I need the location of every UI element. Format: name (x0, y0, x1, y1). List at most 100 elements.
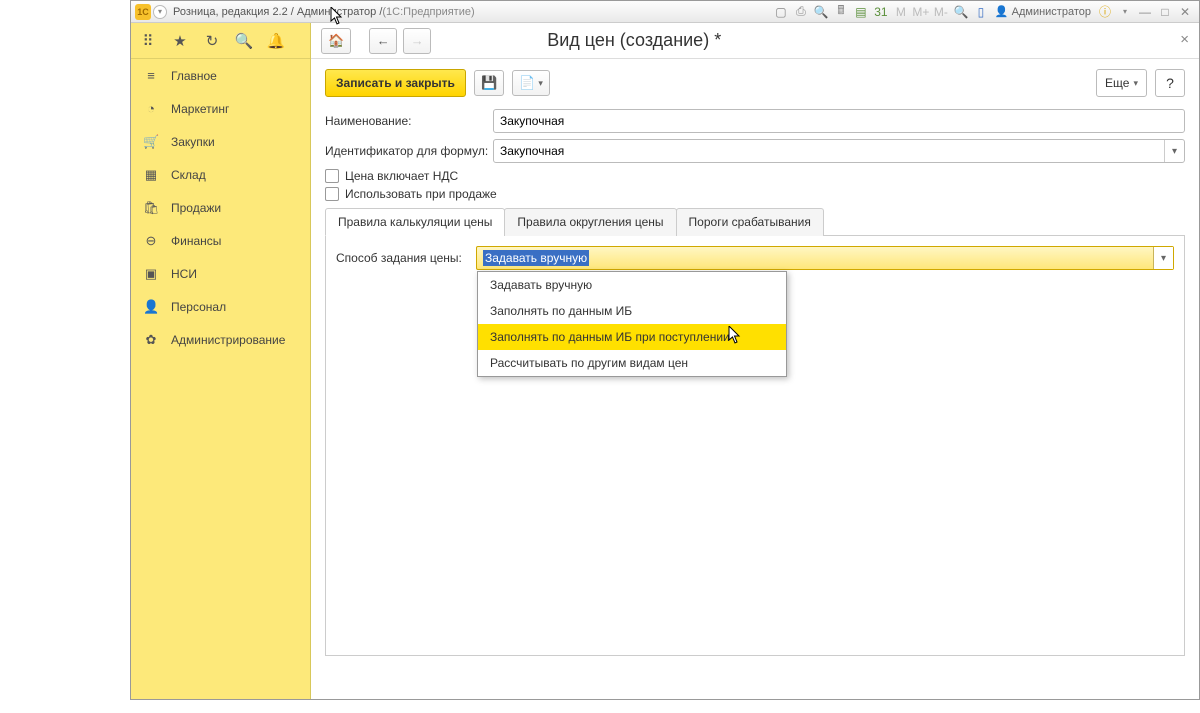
bag-icon: 🛍 (143, 200, 159, 216)
save-close-button[interactable]: Записать и закрыть (325, 69, 466, 97)
sidebar-item-sales[interactable]: 🛍 Продажи (131, 191, 310, 224)
cards-icon: ▣ (143, 266, 159, 282)
tb-print-icon[interactable]: ⎙ (792, 3, 810, 21)
titlebar: 1C ▾ Розница, редакция 2.2 / Администрат… (131, 1, 1199, 23)
method-option[interactable]: Заполнять по данным ИБ (478, 298, 786, 324)
sidebar-item-warehouse[interactable]: ▦ Склад (131, 158, 310, 191)
sidebar: ⠿ ★ ↻ 🔍 🔔 ≡ Главное ◔ Маркетинг 🛒 Закупки ▦… (131, 23, 311, 699)
window-minimize-icon[interactable]: — (1136, 3, 1154, 21)
star-icon[interactable]: ★ (171, 32, 189, 50)
tb-mminus-icon[interactable]: M- (932, 3, 950, 21)
tb-mplus-icon[interactable]: M+ (912, 3, 930, 21)
bell-icon[interactable]: 🔔 (267, 32, 285, 50)
sidebar-item-label: Персонал (171, 300, 226, 314)
sidebar-item-purchases[interactable]: 🛒 Закупки (131, 125, 310, 158)
identifier-input[interactable]: ▾ (493, 139, 1185, 163)
tb-calc-icon[interactable]: 🖩 (832, 3, 850, 21)
coin-icon: ⊖ (143, 233, 159, 249)
apps-icon[interactable]: ⠿ (139, 32, 157, 50)
sidebar-item-label: Маркетинг (171, 102, 229, 116)
row-method: Способ задания цены: Задавать вручную ▾ … (336, 246, 1174, 270)
window-close-icon[interactable]: ✕ (1176, 3, 1194, 21)
tabs: Правила калькуляции цены Правила округле… (325, 207, 1185, 236)
navbar: 🏠 ← → Вид цен (создание) * × (311, 23, 1199, 59)
actions-button[interactable]: 📄▾ (512, 70, 550, 96)
row-use-sale: Использовать при продаже (325, 187, 1185, 201)
use-sale-checkbox[interactable] (325, 187, 339, 201)
row-identifier: Идентификатор для формул: ▾ (325, 139, 1185, 163)
person-icon: 👤 (143, 299, 159, 315)
tb-link-icon[interactable]: 🔍 (812, 3, 830, 21)
list-icon: ≡ (143, 68, 159, 83)
chevron-down-icon[interactable]: ▾ (1153, 247, 1173, 269)
current-user[interactable]: 👤Администратор (995, 5, 1091, 18)
page-title: Вид цен (создание) * (547, 30, 721, 51)
tb-date-icon[interactable]: 31 (872, 3, 890, 21)
more-button[interactable]: Еще▾ (1096, 69, 1147, 97)
sidebar-item-label: Финансы (171, 234, 221, 248)
sidebar-item-label: Главное (171, 69, 217, 83)
identifier-label: Идентификатор для формул: (325, 144, 493, 158)
tb-info-drop-icon[interactable]: ▾ (1116, 3, 1134, 21)
row-vat: Цена включает НДС (325, 169, 1185, 183)
tb-zoom-icon[interactable]: 🔍 (952, 3, 970, 21)
home-button[interactable]: 🏠 (321, 28, 351, 54)
chevron-down-icon[interactable]: ▾ (1164, 140, 1184, 162)
tb-calendar-icon[interactable]: ▤ (852, 3, 870, 21)
name-label: Наименование: (325, 114, 493, 128)
nav-forward-button[interactable]: → (403, 28, 431, 54)
sidebar-item-label: Администрирование (171, 333, 285, 347)
app-menu-dropdown-icon[interactable]: ▾ (153, 5, 167, 19)
pie-icon: ◔ (143, 101, 159, 116)
tab-thresholds[interactable]: Пороги срабатывания (676, 208, 824, 236)
sidebar-item-label: Склад (171, 168, 206, 182)
close-tab-icon[interactable]: × (1180, 31, 1189, 48)
sidebar-item-nsi[interactable]: ▣ НСИ (131, 257, 310, 290)
tab-body: Способ задания цены: Задавать вручную ▾ … (325, 236, 1185, 656)
sidebar-item-label: Продажи (171, 201, 221, 215)
window-restore-icon[interactable]: □ (1156, 3, 1174, 21)
method-label: Способ задания цены: (336, 251, 476, 265)
sidebar-item-label: НСИ (171, 267, 197, 281)
content: Записать и закрыть 💾 📄▾ Еще▾ ? Наименова… (311, 59, 1199, 699)
tab-rounding-rules[interactable]: Правила округления цены (504, 208, 676, 236)
app-window: 1C ▾ Розница, редакция 2.2 / Администрат… (130, 0, 1200, 700)
main: 🏠 ← → Вид цен (создание) * × Записать и … (311, 23, 1199, 699)
sidebar-item-admin[interactable]: ✿ Администрирование (131, 323, 310, 356)
help-button[interactable]: ? (1155, 69, 1185, 97)
tb-m-icon[interactable]: M (892, 3, 910, 21)
cursor-icon (728, 326, 742, 344)
method-option[interactable]: Заполнять по данным ИБ при поступлении (478, 324, 786, 350)
gear-icon: ✿ (143, 332, 159, 348)
method-dropdown: Задавать вручную Заполнять по данным ИБ … (477, 271, 787, 377)
sidebar-item-label: Закупки (171, 135, 215, 149)
save-button[interactable]: 💾 (474, 70, 504, 96)
sidebar-item-marketing[interactable]: ◔ Маркетинг (131, 92, 310, 125)
method-select[interactable]: Задавать вручную ▾ Задавать вручную Запо… (476, 246, 1174, 270)
grid-icon: ▦ (143, 167, 159, 183)
search-icon[interactable]: 🔍 (235, 32, 253, 50)
nav-back-button[interactable]: ← (369, 28, 397, 54)
use-sale-label: Использовать при продаже (345, 187, 497, 201)
body: ⠿ ★ ↻ 🔍 🔔 ≡ Главное ◔ Маркетинг 🛒 Закупки ▦… (131, 23, 1199, 699)
row-name: Наименование: (325, 109, 1185, 133)
tb-panels-icon[interactable]: ▯ (972, 3, 990, 21)
sidebar-toolbar: ⠿ ★ ↻ 🔍 🔔 (131, 23, 310, 59)
vat-checkbox[interactable] (325, 169, 339, 183)
tb-favorite-icon[interactable]: ▢ (772, 3, 790, 21)
window-title: Розница, редакция 2.2 / Администратор / (173, 6, 382, 18)
app-logo-icon: 1C (135, 4, 151, 20)
sidebar-item-personnel[interactable]: 👤 Персонал (131, 290, 310, 323)
name-input[interactable] (493, 109, 1185, 133)
sidebar-item-finance[interactable]: ⊖ Финансы (131, 224, 310, 257)
method-option[interactable]: Задавать вручную (478, 272, 786, 298)
window-subtitle: (1С:Предприятие) (382, 6, 474, 18)
tab-calc-rules[interactable]: Правила калькуляции цены (325, 208, 505, 236)
history-icon[interactable]: ↻ (203, 32, 221, 50)
sidebar-item-main[interactable]: ≡ Главное (131, 59, 310, 92)
method-option[interactable]: Рассчитывать по другим видам цен (478, 350, 786, 376)
tb-info-icon[interactable]: ⓘ (1096, 3, 1114, 21)
vat-label: Цена включает НДС (345, 169, 458, 183)
identifier-field[interactable] (494, 140, 1164, 162)
cart-icon: 🛒 (143, 134, 159, 150)
